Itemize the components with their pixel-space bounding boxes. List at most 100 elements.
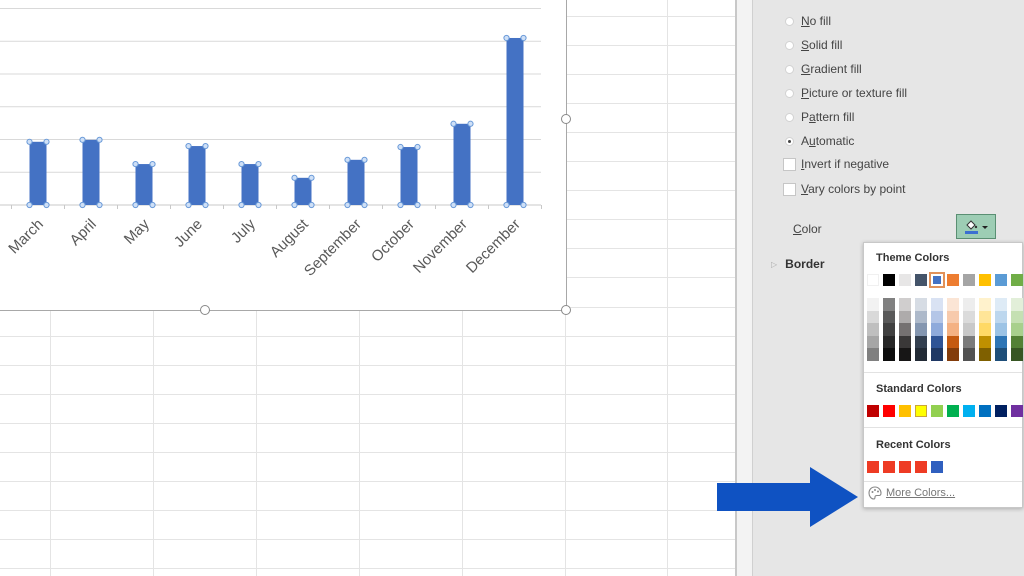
theme-shade-swatch[interactable]	[995, 348, 1007, 361]
theme-shade-swatch[interactable]	[867, 298, 879, 311]
theme-shade-swatch[interactable]	[979, 348, 991, 361]
bar-selection-handle[interactable]	[132, 201, 139, 209]
theme-shade-swatch[interactable]	[931, 335, 943, 349]
theme-shade-swatch[interactable]	[995, 323, 1007, 336]
bar-selection-handle[interactable]	[149, 201, 156, 209]
bar-august[interactable]	[294, 177, 312, 205]
fill-option-picture-or-texture-fill[interactable]: Picture or texture fill	[785, 85, 907, 101]
radio-button[interactable]	[785, 40, 794, 50]
theme-shade-swatch[interactable]	[1011, 323, 1023, 336]
theme-shade-swatch[interactable]	[915, 298, 927, 311]
theme-shade-swatch[interactable]	[931, 348, 943, 361]
standard-color-swatch[interactable]	[899, 405, 911, 417]
theme-shade-swatch[interactable]	[979, 323, 991, 336]
theme-shade-swatch[interactable]	[979, 335, 991, 349]
theme-color-swatch[interactable]	[947, 274, 959, 286]
bar-october[interactable]	[400, 147, 418, 205]
bar-december[interactable]	[506, 37, 524, 205]
theme-shade-swatch[interactable]	[915, 335, 927, 349]
bar-selection-handle[interactable]	[308, 201, 315, 209]
theme-shade-swatch[interactable]	[963, 298, 975, 311]
bar-selection-handle[interactable]	[467, 120, 474, 127]
bar-selection-handle[interactable]	[503, 201, 510, 209]
radio-button[interactable]	[785, 88, 794, 98]
theme-color-swatch[interactable]	[867, 274, 879, 286]
theme-color-swatch[interactable]	[929, 272, 945, 288]
bar-july[interactable]	[241, 164, 259, 205]
standard-color-swatch[interactable]	[1011, 405, 1023, 417]
bar-selection-handle[interactable]	[520, 34, 527, 42]
theme-shade-swatch[interactable]	[931, 323, 943, 336]
fill-option-no-fill[interactable]: No fill	[785, 13, 831, 29]
theme-color-swatch[interactable]	[899, 274, 911, 286]
theme-shade-swatch[interactable]	[979, 298, 991, 311]
theme-shade-swatch[interactable]	[899, 298, 911, 311]
bar-selection-handle[interactable]	[43, 201, 50, 209]
fill-option-gradient-fill[interactable]: Gradient fill	[785, 61, 862, 77]
theme-shade-swatch[interactable]	[1011, 298, 1023, 311]
spreadsheet-grid[interactable]: March April May June July August September Octo…	[0, 0, 736, 576]
bar-september[interactable]	[347, 159, 365, 205]
bar-selection-handle[interactable]	[467, 201, 474, 209]
theme-shade-swatch[interactable]	[867, 310, 879, 324]
chart-resize-handle-bottom-right[interactable]	[561, 305, 571, 315]
bar-april[interactable]	[82, 139, 100, 205]
bar-selection-handle[interactable]	[132, 160, 139, 168]
bar-chart[interactable]: March April May June July AugustSeptember Octo…	[0, 0, 566, 310]
theme-shade-swatch[interactable]	[947, 298, 959, 311]
theme-shade-swatch[interactable]	[979, 310, 991, 324]
bar-selection-handle[interactable]	[520, 201, 527, 209]
chart-area[interactable]: March April May June July August September Octo…	[0, 0, 567, 311]
bar-june[interactable]	[188, 146, 206, 205]
bar-selection-handle[interactable]	[361, 201, 368, 209]
theme-shade-swatch[interactable]	[947, 335, 959, 349]
theme-shade-swatch[interactable]	[915, 310, 927, 324]
bar-selection-handle[interactable]	[26, 201, 33, 209]
recent-color-swatch[interactable]	[899, 461, 911, 473]
checkbox-vary-colors-by-point[interactable]: Vary colors by point	[783, 181, 906, 197]
standard-color-swatch[interactable]	[995, 405, 1007, 417]
more-colors-button[interactable]: More Colors...	[868, 486, 955, 500]
theme-shade-swatch[interactable]	[883, 310, 895, 324]
bar-selection-handle[interactable]	[291, 201, 298, 209]
bar-selection-handle[interactable]	[96, 136, 103, 143]
standard-color-swatch[interactable]	[867, 405, 879, 417]
theme-shade-swatch[interactable]	[1011, 310, 1023, 324]
bar-selection-handle[interactable]	[344, 201, 351, 209]
theme-color-swatch[interactable]	[883, 274, 895, 286]
theme-shade-swatch[interactable]	[883, 323, 895, 336]
bar-selection-handle[interactable]	[397, 143, 404, 151]
bar-selection-handle[interactable]	[79, 136, 86, 143]
theme-shade-swatch[interactable]	[915, 323, 927, 336]
standard-color-swatch[interactable]	[979, 405, 991, 417]
theme-shade-swatch[interactable]	[995, 298, 1007, 311]
fill-option-solid-fill[interactable]: Solid fill	[785, 37, 842, 53]
bar-selection-handle[interactable]	[503, 34, 510, 42]
theme-color-swatch[interactable]	[963, 274, 975, 286]
fill-option-automatic[interactable]: Automatic	[785, 133, 854, 149]
bar-selection-handle[interactable]	[79, 201, 86, 209]
recent-color-swatch[interactable]	[931, 461, 943, 473]
bar-selection-handle[interactable]	[450, 120, 457, 127]
bar-selection-handle[interactable]	[450, 201, 457, 209]
theme-color-swatch[interactable]	[979, 274, 991, 286]
theme-shade-swatch[interactable]	[931, 310, 943, 324]
theme-shade-swatch[interactable]	[867, 348, 879, 361]
theme-shade-swatch[interactable]	[995, 335, 1007, 349]
bar-selection-handle[interactable]	[255, 201, 262, 209]
bar-selection-handle[interactable]	[185, 142, 192, 150]
radio-button[interactable]	[785, 136, 794, 146]
radio-button[interactable]	[785, 64, 794, 74]
checkbox-invert-if-negative[interactable]: Invert if negative	[783, 156, 889, 172]
bar-selection-handle[interactable]	[202, 142, 209, 150]
bar-selection-handle[interactable]	[238, 201, 245, 209]
theme-shade-swatch[interactable]	[995, 310, 1007, 324]
theme-shade-swatch[interactable]	[867, 323, 879, 336]
standard-color-swatch[interactable]	[947, 405, 959, 417]
theme-shade-swatch[interactable]	[947, 323, 959, 336]
bar-selection-handle[interactable]	[414, 201, 421, 209]
standard-color-swatch[interactable]	[915, 405, 927, 417]
chart-resize-handle-bottom[interactable]	[200, 305, 210, 315]
bar-selection-handle[interactable]	[202, 201, 209, 209]
fill-color-button[interactable]	[956, 214, 996, 239]
